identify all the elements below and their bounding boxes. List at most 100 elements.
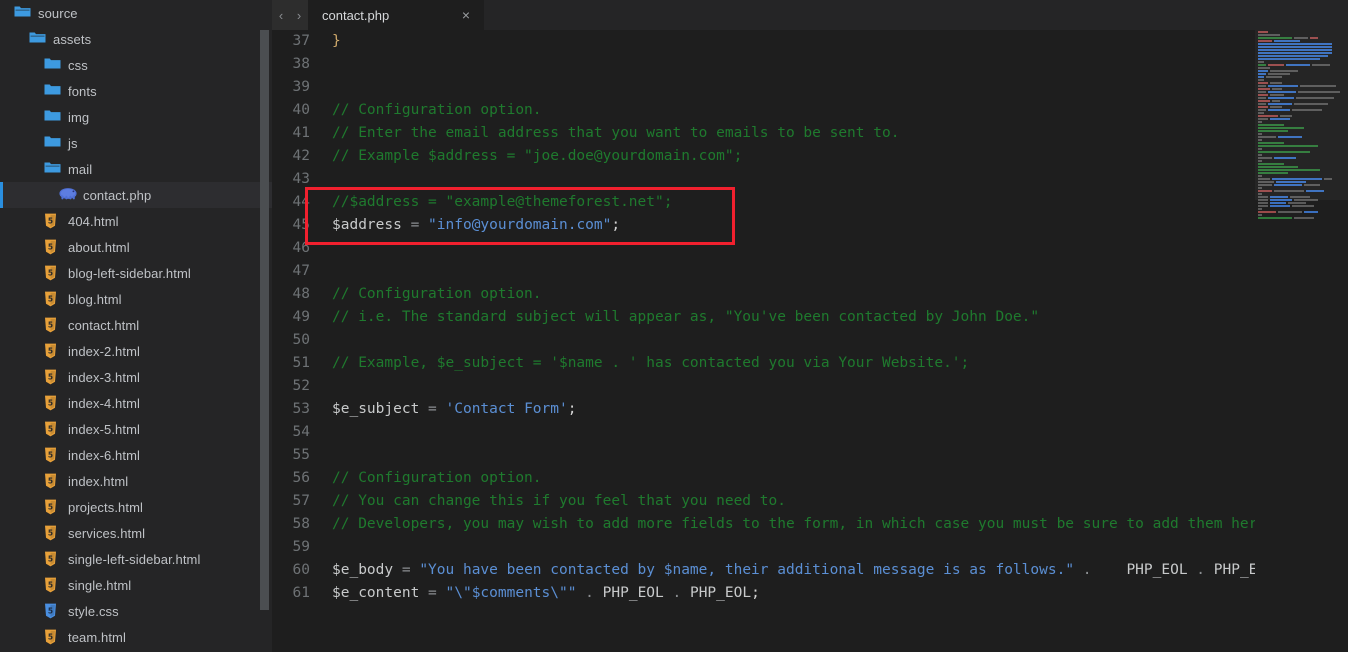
tree-folder-fonts[interactable]: fonts (0, 78, 272, 104)
code-line-61[interactable]: 61$e_content = "\"$comments\"" . PHP_EOL… (272, 582, 1348, 605)
line-text: // Example $address = "joe.doe@yourdomai… (316, 145, 1348, 168)
tree-folder-mail[interactable]: mail (0, 156, 272, 182)
tree-file-index.html[interactable]: 5index.html (0, 468, 272, 494)
tree-folder-assets[interactable]: assets (0, 26, 272, 52)
minimap-segment (1294, 217, 1314, 219)
code-line-54[interactable]: 54 (272, 421, 1348, 444)
token-cmt: //$address = "example@themeforest.net"; (332, 194, 672, 210)
line-text (316, 536, 1348, 559)
folder-icon (44, 135, 61, 152)
token-cmt: // Configuration option. (332, 286, 542, 302)
tree-item-label: index-2.html (68, 344, 140, 359)
tree-file-services.html[interactable]: 5services.html (0, 520, 272, 546)
line-number: 42 (272, 145, 316, 168)
file-tree-scrollbar-thumb[interactable] (260, 30, 269, 610)
tree-file-index-3.html[interactable]: 5 index-3.html (0, 364, 272, 390)
folder-open-icon (44, 161, 61, 178)
tree-folder-js[interactable]: js (0, 130, 272, 156)
token-str: 'Contact Form' (446, 401, 568, 417)
token-cmt: // Developers, you may wish to add more … (332, 516, 1275, 532)
code-line-55[interactable]: 55 (272, 444, 1348, 467)
line-text: // Configuration option. (316, 283, 1348, 306)
code-line-43[interactable]: 43 (272, 168, 1348, 191)
tree-file-projects.html[interactable]: 5projects.html (0, 494, 272, 520)
folder-icon (44, 109, 61, 126)
line-text: $e_content = "\"$comments\"" . PHP_EOL .… (316, 582, 1348, 605)
tree-folder-css[interactable]: css (0, 52, 272, 78)
close-icon[interactable]: × (462, 8, 484, 22)
minimap-segment (1258, 202, 1268, 204)
tree-item-label: 404.html (68, 214, 119, 229)
html5-icon: 5 (44, 525, 61, 542)
code-line-42[interactable]: 42// Example $address = "joe.doe@yourdom… (272, 145, 1348, 168)
forward-arrow-icon[interactable]: › (297, 9, 301, 22)
tree-file-single-left-sidebar.html[interactable]: 5single-left-sidebar.html (0, 546, 272, 572)
line-text: // Configuration option. (316, 99, 1348, 122)
token-str: "info@yourdomain.com" (428, 217, 611, 233)
html5-icon: 5 (44, 447, 61, 464)
tree-item-label: img (68, 110, 89, 125)
tree-file-index-5.html[interactable]: 5index-5.html (0, 416, 272, 442)
line-number: 60 (272, 559, 316, 582)
tree-file-team.html[interactable]: 5team.html (0, 624, 272, 650)
tree-file-style.css[interactable]: 5style.css (0, 598, 272, 624)
code-line-59[interactable]: 59 (272, 536, 1348, 559)
tree-folder-source[interactable]: source (0, 0, 272, 26)
svg-text:5: 5 (48, 424, 53, 433)
tree-file-404.html[interactable]: 5 404.html (0, 208, 272, 234)
tree-file-about.html[interactable]: 5about.html (0, 234, 272, 260)
code-line-60[interactable]: 60$e_body = "You have been contacted by … (272, 559, 1348, 582)
minimap[interactable] (1255, 30, 1348, 652)
tree-item-label: style.css (68, 604, 119, 619)
line-number: 55 (272, 444, 316, 467)
tree-item-label: index-6.html (68, 448, 140, 463)
tree-file-blog-left-sidebar.html[interactable]: 5blog-left-sidebar.html (0, 260, 272, 286)
line-text: } (316, 30, 1348, 53)
code-line-53[interactable]: 53$e_subject = 'Contact Form'; (272, 398, 1348, 421)
tree-item-label: index-3.html (68, 370, 140, 385)
tree-file-single.html[interactable]: 5single.html (0, 572, 272, 598)
line-text (316, 168, 1348, 191)
html5-icon: 5 (44, 265, 61, 282)
token-cmt: // i.e. The standard subject will appear… (332, 309, 1039, 325)
line-text: $address = "info@yourdomain.com"; (316, 214, 1348, 237)
tree-folder-img[interactable]: img (0, 104, 272, 130)
code-line-47[interactable]: 47 (272, 260, 1348, 283)
tree-item-label: projects.html (68, 500, 143, 515)
tree-file-contact.php[interactable]: contact.php (0, 182, 272, 208)
code-line-45[interactable]: 45$address = "info@yourdomain.com"; (272, 214, 1348, 237)
code-line-39[interactable]: 39 (272, 76, 1348, 99)
html5-icon: 5 (44, 369, 61, 386)
tree-file-index-6.html[interactable]: 5 index-6.html (0, 442, 272, 468)
svg-text:5: 5 (48, 294, 53, 303)
code-line-49[interactable]: 49// i.e. The standard subject will appe… (272, 306, 1348, 329)
code-line-41[interactable]: 41// Enter the email address that you wa… (272, 122, 1348, 145)
code-line-48[interactable]: 48// Configuration option. (272, 283, 1348, 306)
tree-item-label: single.html (68, 578, 131, 593)
tree-file-blog.html[interactable]: 5 blog.html (0, 286, 272, 312)
back-arrow-icon[interactable]: ‹ (279, 9, 283, 22)
file-tree: sourceassetscssfonts img jsmailcontact.php… (0, 0, 272, 650)
code-line-52[interactable]: 52 (272, 375, 1348, 398)
code-line-38[interactable]: 38 (272, 53, 1348, 76)
file-tree-scrollbar[interactable] (260, 0, 270, 652)
code-viewport[interactable]: 37}38 39 40// Configuration option.41// … (272, 30, 1348, 652)
code-line-50[interactable]: 50 (272, 329, 1348, 352)
tree-file-index-4.html[interactable]: 5index-4.html (0, 390, 272, 416)
code-line-57[interactable]: 57// You can change this if you feel tha… (272, 490, 1348, 513)
tree-item-label: blog.html (68, 292, 122, 307)
tree-file-index-2.html[interactable]: 5index-2.html (0, 338, 272, 364)
code-line-37[interactable]: 37} (272, 30, 1348, 53)
code-line-44[interactable]: 44//$address = "example@themeforest.net"… (272, 191, 1348, 214)
token-var: PHP_EOL (1100, 562, 1196, 578)
code-line-51[interactable]: 51// Example, $e_subject = '$name . ' ha… (272, 352, 1348, 375)
minimap-viewport-indicator[interactable] (1255, 30, 1348, 200)
line-text (316, 237, 1348, 260)
code-line-58[interactable]: 58// Developers, you may wish to add mor… (272, 513, 1348, 536)
html5-icon: 5 (44, 213, 61, 230)
tree-file-contact.html[interactable]: 5contact.html (0, 312, 272, 338)
code-line-40[interactable]: 40// Configuration option. (272, 99, 1348, 122)
code-line-56[interactable]: 56// Configuration option. (272, 467, 1348, 490)
code-line-46[interactable]: 46 (272, 237, 1348, 260)
tab-contact-php[interactable]: contact.php × (308, 0, 484, 30)
